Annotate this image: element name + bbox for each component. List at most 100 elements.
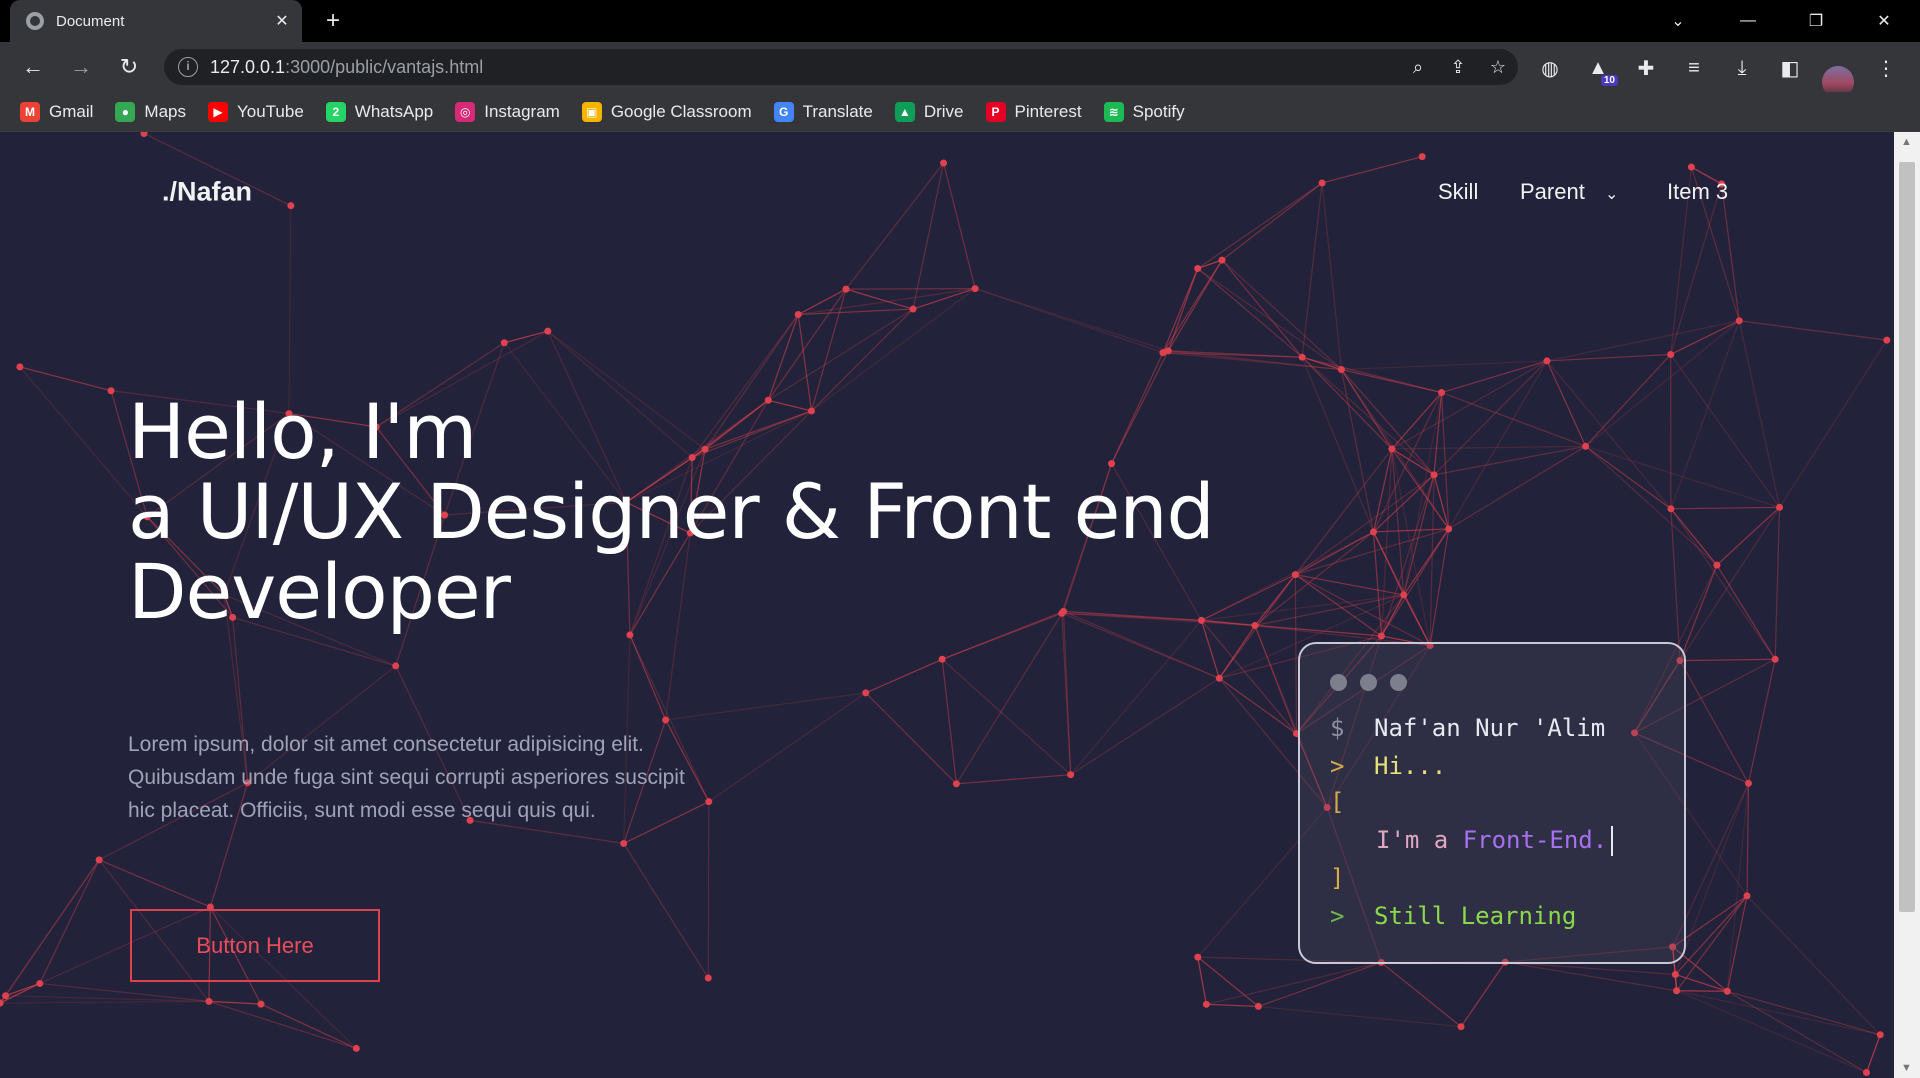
scroll-up-arrow-icon[interactable]: ▲ — [1901, 136, 1912, 148]
network-line — [1221, 259, 1342, 371]
forward-button[interactable]: → — [64, 50, 98, 84]
terminal-caret — [1611, 826, 1614, 856]
extension-hat-icon[interactable]: ▲ 10 — [1582, 52, 1618, 86]
bookmark-label: Drive — [923, 101, 964, 121]
network-node — [1883, 336, 1891, 344]
bookmark-translate[interactable]: G Translate — [773, 101, 873, 122]
download-icon[interactable]: ⤓ — [1726, 52, 1758, 84]
network-line — [1747, 659, 1776, 784]
network-line — [1460, 961, 1506, 1028]
menu-kebab-icon[interactable]: ⋮ — [1870, 52, 1902, 84]
network-line — [942, 162, 976, 289]
url-text[interactable]: 127.0.0.1:3000/public/vantajs.html — [210, 57, 1398, 78]
network-line — [1391, 360, 1548, 450]
bookmarks-bar: M Gmail ● Maps ▶ YouTube 2 WhatsApp ◎ Instagram ▣ G… — [0, 92, 1920, 132]
bookmark-label: Maps — [144, 101, 186, 121]
extensions-puzzle-icon[interactable]: ✚ — [1630, 52, 1662, 84]
network-node — [1430, 471, 1438, 479]
network-node — [862, 689, 870, 697]
address-bar[interactable]: i 127.0.0.1:3000/public/vantajs.html ⌕ ⇪… — [164, 49, 1518, 85]
bookmark-maps[interactable]: ● Maps — [115, 101, 186, 122]
network-line — [1676, 990, 1867, 1074]
vpn-globe-icon[interactable]: ◍ — [1534, 52, 1566, 84]
restore-button[interactable]: ❐ — [1788, 0, 1844, 42]
network-line — [5, 982, 40, 997]
bookmark-instagram[interactable]: ◎ Instagram — [455, 101, 560, 122]
bookmark-pinterest[interactable]: P Pinterest — [985, 101, 1082, 122]
network-node — [1673, 987, 1681, 995]
bookmark-drive[interactable]: ▲ Drive — [894, 101, 964, 122]
close-window-button[interactable]: ✕ — [1856, 0, 1912, 42]
network-line — [1206, 961, 1382, 1005]
terminal-greeting: Hi... — [1374, 752, 1447, 780]
network-node — [842, 285, 850, 293]
side-panel-icon[interactable]: ◧ — [1774, 52, 1806, 84]
network-line — [629, 634, 667, 721]
network-line — [1201, 531, 1374, 621]
network-node — [938, 655, 946, 663]
network-line — [1258, 961, 1382, 1007]
site-logo[interactable]: ./Nafan — [162, 177, 252, 208]
network-line — [865, 658, 943, 694]
network-line — [1197, 956, 1207, 1005]
network-node — [0, 999, 4, 1007]
network-node — [1298, 353, 1306, 361]
network-node — [909, 305, 917, 313]
page-scrollbar[interactable]: ▲ ▼ — [1894, 132, 1920, 1078]
network-line — [1373, 528, 1449, 533]
network-line — [1727, 990, 1867, 1073]
terminal-bracket-close: ] — [1330, 864, 1345, 892]
network-line — [845, 288, 976, 290]
network-node — [1194, 953, 1202, 961]
network-line — [1258, 1005, 1462, 1028]
bookmark-spotify[interactable]: ≋ Spotify — [1103, 101, 1185, 122]
chevron-down-icon: ⌄ — [1604, 186, 1619, 203]
zoom-icon[interactable]: ⌕ — [1398, 49, 1438, 85]
minimize-button[interactable]: — — [1720, 0, 1776, 42]
share-icon[interactable]: ⇪ — [1438, 49, 1478, 85]
network-line — [5, 859, 100, 997]
bookmark-label: WhatsApp — [354, 101, 434, 121]
hero-description: Lorem ipsum, dolor sit amet consectetur … — [128, 733, 685, 822]
bookmark-label: YouTube — [236, 101, 304, 121]
network-node — [1400, 591, 1408, 599]
pinterest-icon: P — [985, 101, 1006, 122]
maps-icon: ● — [115, 101, 136, 122]
network-line — [1727, 990, 1881, 1036]
network-line — [1301, 182, 1323, 358]
nav-item-3[interactable]: Item 3 — [1667, 179, 1728, 205]
site-info-icon[interactable]: i — [178, 57, 198, 77]
new-tab-button[interactable]: + — [318, 6, 348, 36]
bookmark-youtube[interactable]: ▶ YouTube — [207, 101, 304, 122]
network-node — [1667, 505, 1675, 513]
close-tab-icon[interactable]: ✕ — [268, 11, 296, 31]
network-line — [1670, 508, 1718, 566]
network-node — [952, 780, 960, 788]
network-node — [1067, 771, 1075, 779]
network-line — [1546, 320, 1740, 362]
media-queue-icon[interactable]: ≡ — [1678, 52, 1710, 84]
tab-document[interactable]: Document ✕ — [10, 0, 302, 42]
tab-search-icon[interactable]: ⌄ — [1650, 0, 1706, 42]
bookmark-google-classroom[interactable]: ▣ Google Classroom — [581, 101, 752, 122]
scrollbar-thumb[interactable] — [1899, 162, 1915, 912]
terminal-arrow-1: > — [1330, 752, 1345, 780]
bookmark-star-icon[interactable]: ☆ — [1478, 49, 1518, 85]
network-line — [1321, 182, 1342, 370]
bookmark-gmail[interactable]: M Gmail — [20, 101, 93, 122]
nav-skill[interactable]: Skill — [1438, 179, 1478, 205]
back-button[interactable]: ← — [16, 50, 50, 84]
network-node — [257, 1000, 265, 1008]
network-line — [1070, 677, 1220, 776]
hero-heading: Hello, I'm a UI/UX Designer & Front end … — [128, 392, 1215, 632]
nav-parent[interactable]: Parent ⌄ — [1520, 179, 1618, 205]
network-line — [974, 288, 1169, 352]
terminal-role: Front-End. — [1462, 826, 1608, 854]
scroll-down-arrow-icon[interactable]: ▼ — [1901, 1062, 1912, 1074]
bookmark-whatsapp[interactable]: 2 WhatsApp — [325, 101, 434, 122]
hero-cta-button[interactable]: Button Here — [130, 909, 380, 982]
reload-button[interactable]: ↻ — [112, 50, 146, 84]
classroom-icon: ▣ — [581, 101, 602, 122]
instagram-icon: ◎ — [455, 101, 476, 122]
network-line — [767, 288, 847, 401]
